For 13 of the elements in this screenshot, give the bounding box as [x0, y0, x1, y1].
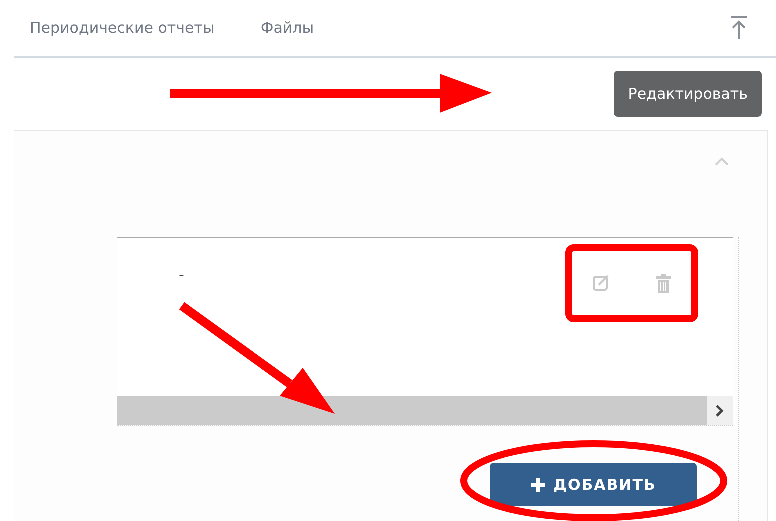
scroll-to-top-icon[interactable] — [730, 15, 748, 41]
chevron-icon[interactable] — [715, 156, 729, 166]
chevron-right-icon — [715, 404, 725, 418]
scroll-right-button[interactable] — [707, 396, 733, 425]
edit-icon[interactable] — [593, 274, 610, 291]
scrollbar-thumb[interactable] — [117, 396, 707, 425]
plus-icon — [530, 478, 545, 492]
trash-icon[interactable] — [656, 274, 671, 293]
edit-button[interactable]: Редактировать — [614, 71, 762, 117]
table-cell: - — [179, 266, 184, 284]
tab[interactable]: Периодические отчеты — [30, 19, 215, 37]
add-button[interactable]: ДОБАВИТЬ — [490, 463, 697, 506]
tab[interactable]: Файлы — [260, 19, 314, 37]
